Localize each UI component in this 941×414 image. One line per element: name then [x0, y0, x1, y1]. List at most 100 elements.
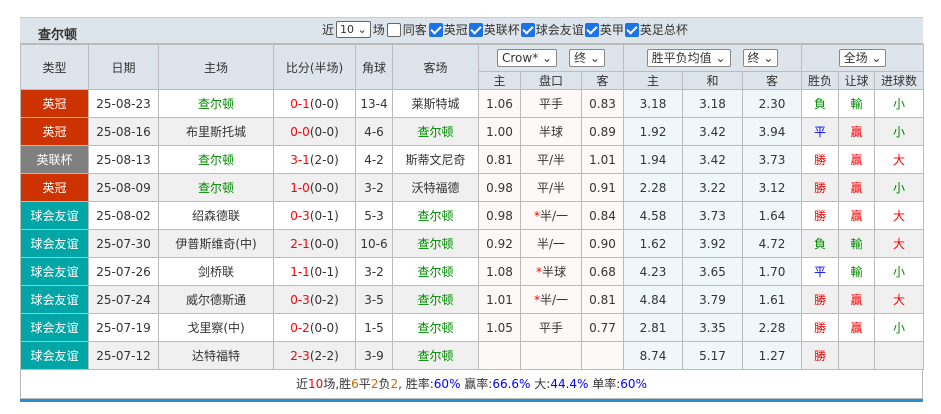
- score[interactable]: 0-3(0-2): [273, 285, 356, 314]
- recent-count-select[interactable]: 10 ⌄: [336, 21, 371, 38]
- score[interactable]: 2-3(2-2): [273, 341, 356, 370]
- match-type[interactable]: 球会友谊: [20, 201, 89, 230]
- goals-result: 小: [874, 313, 925, 342]
- goals-result: 大: [874, 145, 925, 174]
- summary-count: 10: [308, 377, 324, 391]
- away-team[interactable]: 查尔顿: [392, 201, 479, 230]
- competition-checkbox[interactable]: [520, 22, 535, 37]
- score[interactable]: 2-1(0-0): [273, 229, 356, 258]
- odds-away: 1.70: [741, 257, 803, 286]
- score[interactable]: 3-1(2-0): [273, 145, 356, 174]
- handicap-away-odds: [581, 341, 624, 370]
- competition-checkbox[interactable]: [584, 22, 599, 37]
- corners: 3-9: [355, 341, 393, 370]
- handicap-home-odds: 1.01: [478, 285, 521, 314]
- match-type[interactable]: 球会友谊: [20, 341, 89, 370]
- match-type[interactable]: 球会友谊: [20, 257, 89, 286]
- handicap-company-select[interactable]: Crow* ⌄: [497, 49, 558, 67]
- competition-label: 英冠: [443, 23, 468, 37]
- competition-checkbox[interactable]: [428, 22, 443, 37]
- match-type[interactable]: 球会友谊: [20, 285, 89, 314]
- away-team[interactable]: 查尔顿: [392, 341, 479, 370]
- goals-result: [874, 341, 925, 370]
- handicap-time-select[interactable]: 终 ⌄: [569, 49, 605, 67]
- handicap-line: *半/一: [520, 285, 582, 314]
- half-score: (0-0): [309, 180, 339, 195]
- home-team[interactable]: 伊普斯维奇(中): [158, 229, 274, 258]
- full-score: 1-1: [290, 264, 310, 279]
- home-team[interactable]: 查尔顿: [158, 145, 274, 174]
- same-home-checkbox[interactable]: [386, 22, 401, 37]
- odds-home: 4.58: [623, 201, 683, 230]
- odds-draw: 3.73: [682, 201, 743, 230]
- handicap-home-odds: 1.05: [478, 313, 521, 342]
- panel-header: 查尔顿 近 10 ⌄ 场 同客 英冠 英联杯 球会友谊 英甲 英足总杯: [20, 18, 923, 44]
- home-team[interactable]: 剑桥联: [158, 257, 274, 286]
- match-type[interactable]: 英联杯: [20, 145, 89, 174]
- score[interactable]: 0-3(0-1): [273, 201, 356, 230]
- away-team[interactable]: 查尔顿: [392, 257, 479, 286]
- score[interactable]: 0-0(0-0): [273, 117, 356, 146]
- score[interactable]: 0-1(0-0): [273, 89, 356, 118]
- period-value: 全场: [843, 51, 868, 65]
- summary-text: 赢率:: [460, 377, 493, 391]
- odds-time-select[interactable]: 终 ⌄: [742, 49, 779, 67]
- handicap-home-odds: 0.92: [478, 229, 521, 258]
- corners: 3-5: [355, 285, 393, 314]
- goals-result: 大: [874, 285, 925, 314]
- odds-away: 1.61: [741, 285, 803, 314]
- handicap-line-value: 半/一: [539, 293, 569, 307]
- col-h-home: 主: [478, 71, 521, 90]
- score[interactable]: 0-2(0-0): [273, 313, 356, 342]
- odds-away: 2.30: [741, 89, 803, 118]
- half-score: (2-2): [309, 348, 339, 363]
- match-result: 平: [801, 257, 840, 286]
- handicap-home-odds: [478, 341, 521, 370]
- home-team[interactable]: 布里斯托城: [158, 117, 274, 146]
- away-team[interactable]: 查尔顿: [392, 117, 479, 146]
- corners: 5-3: [355, 201, 393, 230]
- competition-label: 英甲: [599, 23, 624, 37]
- home-team[interactable]: 查尔顿: [158, 173, 274, 202]
- goals-result: 小: [874, 117, 925, 146]
- home-team[interactable]: 威尔德斯通: [158, 285, 274, 314]
- competition-checkbox[interactable]: [468, 22, 483, 37]
- goals-result: 小: [874, 89, 925, 118]
- competition-checkbox[interactable]: [624, 22, 639, 37]
- odds-home: 1.62: [623, 229, 683, 258]
- away-team[interactable]: 查尔顿: [392, 313, 479, 342]
- handicap-line-value: 半/一: [536, 237, 566, 251]
- score[interactable]: 1-1(0-1): [273, 257, 356, 286]
- away-team[interactable]: 沃特福德: [392, 173, 479, 202]
- handicap-away-odds: 0.83: [581, 89, 624, 118]
- odds-home: 8.74: [623, 341, 683, 370]
- away-team[interactable]: 查尔顿: [392, 285, 479, 314]
- period-select[interactable]: 全场 ⌄: [838, 49, 887, 67]
- home-team[interactable]: 达特福特: [158, 341, 274, 370]
- col-type: 类型: [20, 44, 89, 90]
- away-team[interactable]: 斯蒂文尼奇: [392, 145, 479, 174]
- score[interactable]: 1-0(0-0): [273, 173, 356, 202]
- match-type[interactable]: 球会友谊: [20, 229, 89, 258]
- recent-label: 近: [322, 23, 335, 37]
- match-type[interactable]: 英冠: [20, 117, 89, 146]
- odds-away: 3.94: [741, 117, 803, 146]
- handicap-line: 平/半: [520, 145, 582, 174]
- corners: 13-4: [355, 89, 393, 118]
- table-row: 英冠 25-08-09 查尔顿 1-0(0-0) 3-2 沃特福德 0.98 平…: [20, 173, 925, 202]
- summary-text: 平: [358, 377, 371, 391]
- match-date: 25-07-24: [88, 285, 159, 314]
- match-type[interactable]: 英冠: [20, 89, 89, 118]
- match-type[interactable]: 球会友谊: [20, 313, 89, 342]
- recent-matches-panel: 查尔顿 近 10 ⌄ 场 同客 英冠 英联杯 球会友谊 英甲 英足总杯 类型 日期 主场…: [20, 17, 925, 402]
- home-team[interactable]: 戈里察(中): [158, 313, 274, 342]
- summary: 近10场,胜6平2负2, 胜率:60% 赢率:66.6% 大:44.4% 单率:…: [20, 370, 923, 399]
- handicap-result: 贏: [838, 173, 876, 202]
- away-team[interactable]: 莱斯特城: [392, 89, 479, 118]
- away-team[interactable]: 查尔顿: [392, 229, 479, 258]
- odds-type-select[interactable]: 胜平负均值 ⌄: [646, 49, 731, 67]
- odds-away: 1.27: [741, 341, 803, 370]
- home-team[interactable]: 查尔顿: [158, 89, 274, 118]
- home-team[interactable]: 绍森德联: [158, 201, 274, 230]
- match-type[interactable]: 英冠: [20, 173, 89, 202]
